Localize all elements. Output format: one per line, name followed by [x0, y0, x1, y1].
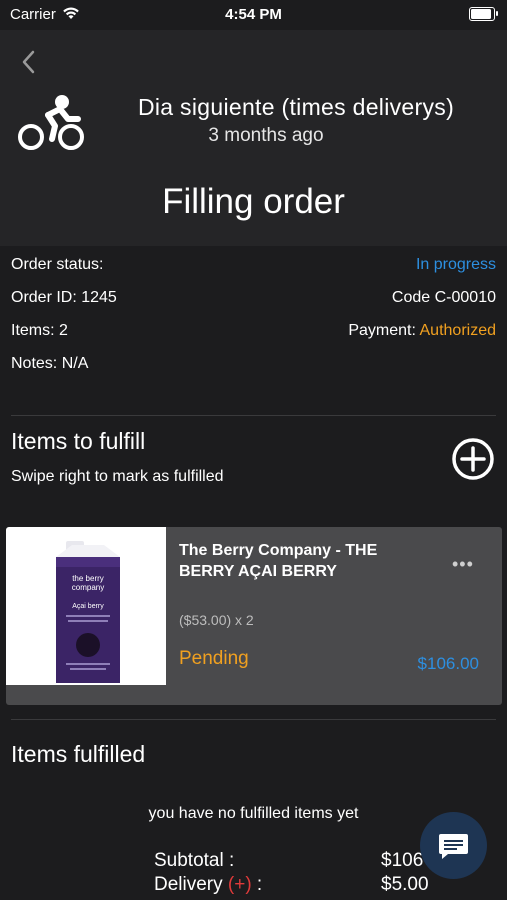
payment-status: Payment: Authorized — [348, 322, 496, 340]
package-brand-line1: the berry — [72, 574, 104, 583]
subtotal-label: Subtotal : — [154, 850, 235, 871]
order-item-card[interactable]: the berry company Açai berry The Berry C… — [6, 527, 502, 705]
item-status: Pending — [179, 648, 249, 669]
order-header: Dia siguiente (times deliverys) 3 months… — [0, 30, 507, 246]
items-count: Items: 2 — [11, 322, 68, 339]
product-image: the berry company Açai berry — [6, 527, 166, 685]
subtotal-value: $106 — [381, 850, 424, 871]
package-product-name: Açai berry — [72, 603, 104, 610]
payment-label: Payment: — [348, 322, 416, 339]
battery-icon — [469, 7, 498, 21]
bicycle-icon — [18, 95, 84, 150]
swipe-hint: Swipe right to mark as fulfilled — [11, 468, 224, 485]
order-status-value: In progress — [415, 256, 496, 273]
clock: 4:54 PM — [225, 6, 282, 23]
order-notes: Notes: N/A — [11, 355, 89, 372]
payment-value: Authorized — [419, 322, 497, 339]
order-status-label: Order status: — [11, 256, 104, 273]
chevron-left-icon[interactable] — [18, 48, 40, 76]
package-brand-line2: company — [72, 583, 104, 592]
items-to-fulfill-title: Items to fulfill — [11, 428, 146, 454]
order-id: Order ID: 1245 — [11, 289, 117, 306]
plus-circle-icon[interactable] — [451, 437, 495, 481]
product-price-qty: ($53.00) x 2 — [179, 612, 254, 628]
delivery-label: Delivery (+) : — [154, 874, 262, 896]
items-fulfilled-title: Items fulfilled — [11, 741, 146, 767]
delivery-text: Delivery — [154, 874, 223, 895]
item-total: $106.00 — [417, 654, 479, 673]
courier-name: Dia siguiente (times deliverys) — [137, 94, 455, 120]
order-code: Code C-00010 — [391, 289, 496, 306]
more-horizontal-icon[interactable]: ••• — [452, 554, 474, 575]
status-bar: Carrier 4:54 PM — [0, 0, 507, 30]
delivery-colon: : — [251, 874, 263, 895]
divider — [11, 719, 496, 720]
divider — [11, 415, 496, 416]
order-time-ago: 3 months ago — [208, 125, 324, 146]
chat-icon — [439, 834, 468, 859]
page-title: Filling order — [162, 182, 345, 221]
product-name: The Berry Company - THE BERRY AÇAI BERRY — [179, 542, 378, 580]
chat-button[interactable] — [420, 812, 487, 879]
delivery-sign: (+) — [227, 874, 252, 895]
